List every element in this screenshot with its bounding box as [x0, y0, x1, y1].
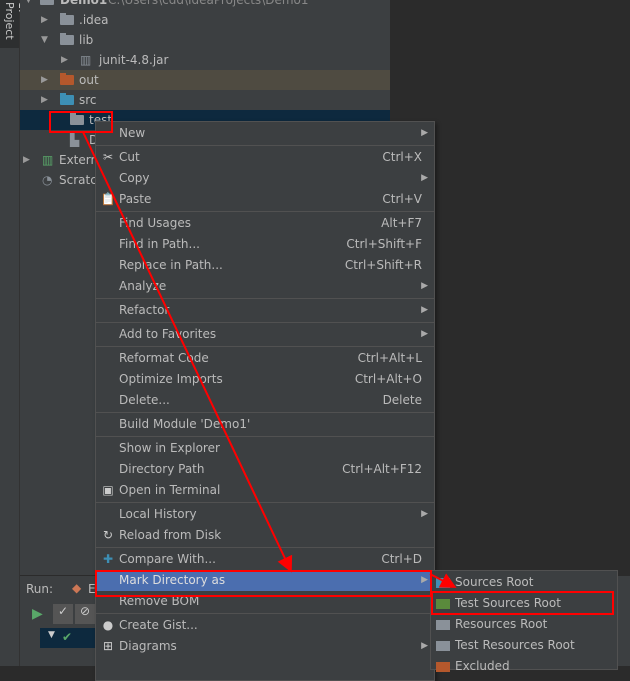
annotation-box-mark-directory — [95, 570, 432, 597]
annotation-box-test-sources — [431, 591, 614, 615]
annotation-box-test — [49, 111, 113, 133]
annotation-arrow — [82, 131, 293, 573]
annotation-arrow — [429, 573, 457, 588]
annotation-overlay — [82, 131, 457, 588]
